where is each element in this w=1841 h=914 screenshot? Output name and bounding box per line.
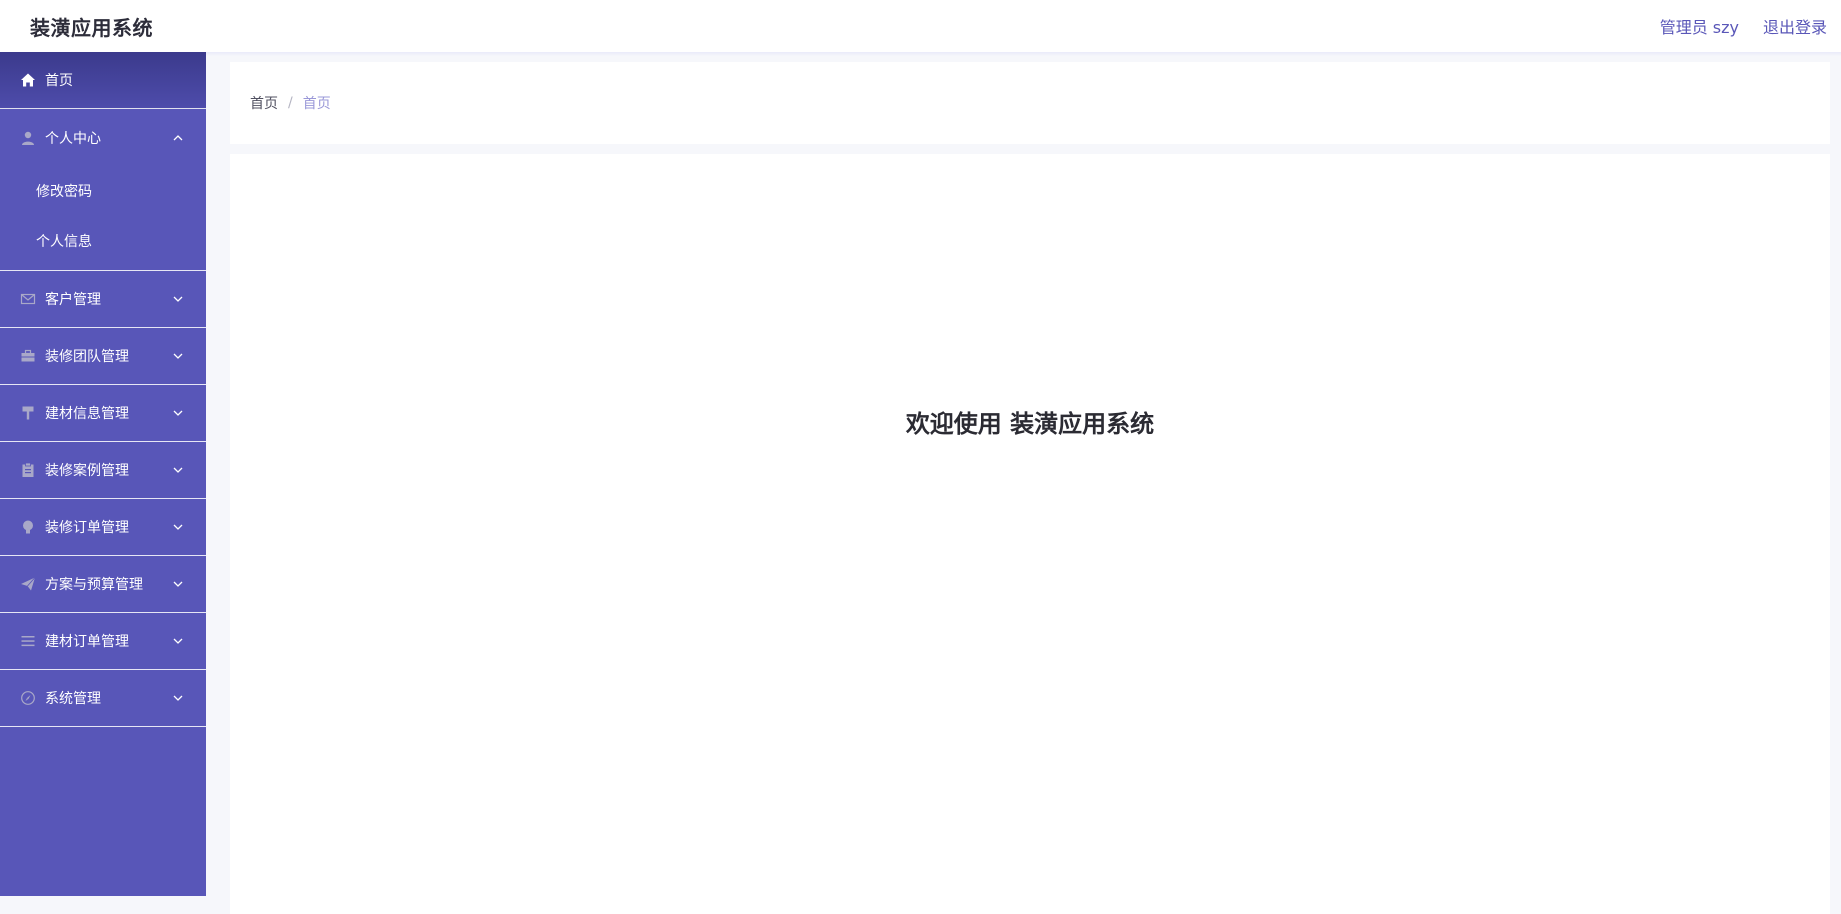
- list-icon: [20, 633, 36, 649]
- breadcrumb-separator: /: [288, 95, 293, 111]
- sidebar-item-label: 装修团队管理: [45, 349, 129, 365]
- sidebar-subitem-profile[interactable]: 个人信息: [0, 216, 206, 266]
- sidebar-item-label: 系统管理: [45, 691, 101, 707]
- sidebar-item-material-orders[interactable]: 建材订单管理: [0, 613, 206, 670]
- sidebar-item-label: 建材信息管理: [45, 406, 129, 422]
- sidebar: 首页 个人中心 修改密码 个人信息 客户管理 装修团队管理 建材信息管理 装修案…: [0, 46, 1841, 896]
- briefcase-icon: [20, 348, 36, 364]
- sidebar-item-teams[interactable]: 装修团队管理: [0, 328, 206, 385]
- compass-icon: [20, 690, 36, 706]
- sidebar-item-label: 个人中心: [45, 130, 101, 147]
- sidebar-item-label: 方案与预算管理: [45, 577, 143, 593]
- sidebar-item-orders[interactable]: 装修订单管理: [0, 499, 206, 556]
- sidebar-group-personal: 个人中心 修改密码 个人信息: [0, 109, 206, 271]
- logout-button[interactable]: 退出登录: [1763, 14, 1827, 38]
- sidebar-item-home[interactable]: 首页: [0, 52, 206, 109]
- chevron-down-icon: [173, 581, 183, 587]
- home-icon: [20, 72, 36, 88]
- sidebar-item-label: 建材订单管理: [45, 634, 129, 650]
- app-title: 装潢应用系统: [30, 15, 153, 40]
- main-area: 首页 / 首页 欢迎使用 装潢应用系统: [230, 62, 1830, 914]
- sidebar-item-label: 首页: [45, 73, 73, 89]
- breadcrumb: 首页 / 首页: [230, 62, 1830, 144]
- current-user-label: 管理员 szy: [1659, 18, 1739, 37]
- sidebar-item-label: 客户管理: [45, 292, 101, 308]
- chevron-down-icon: [173, 410, 183, 416]
- user-icon: [20, 130, 36, 146]
- paint-roller-icon: [20, 405, 36, 421]
- clipboard-icon: [20, 462, 36, 478]
- sidebar-item-label: 装修订单管理: [45, 520, 129, 536]
- sidebar-subitem-change-password[interactable]: 修改密码: [0, 166, 206, 216]
- chevron-up-icon: [173, 134, 183, 140]
- breadcrumb-home-link[interactable]: 首页: [250, 93, 278, 113]
- mail-icon: [20, 291, 36, 307]
- welcome-heading: 欢迎使用 装潢应用系统: [905, 410, 1155, 438]
- bulb-icon: [20, 519, 36, 535]
- sidebar-item-plans-budget[interactable]: 方案与预算管理: [0, 556, 206, 613]
- chevron-down-icon: [173, 524, 183, 530]
- chevron-down-icon: [173, 695, 183, 701]
- top-header: 装潢应用系统 管理员 szy 退出登录: [0, 0, 1841, 52]
- chevron-down-icon: [173, 638, 183, 644]
- header-user-area: 管理员 szy 退出登录: [1660, 14, 1827, 38]
- sidebar-item-materials[interactable]: 建材信息管理: [0, 385, 206, 442]
- content-card: 欢迎使用 装潢应用系统: [230, 154, 1830, 914]
- paper-plane-icon: [20, 576, 36, 592]
- chevron-down-icon: [173, 353, 183, 359]
- sidebar-item-personal[interactable]: 个人中心: [0, 109, 206, 166]
- sidebar-item-customers[interactable]: 客户管理: [0, 271, 206, 328]
- breadcrumb-current: 首页: [302, 96, 331, 112]
- sidebar-item-label: 装修案例管理: [45, 463, 129, 479]
- sidebar-item-system[interactable]: 系统管理: [0, 670, 206, 727]
- sidebar-submenu-personal: 修改密码 个人信息: [0, 166, 206, 271]
- sidebar-item-cases[interactable]: 装修案例管理: [0, 442, 206, 499]
- chevron-down-icon: [173, 296, 183, 302]
- chevron-down-icon: [173, 467, 183, 473]
